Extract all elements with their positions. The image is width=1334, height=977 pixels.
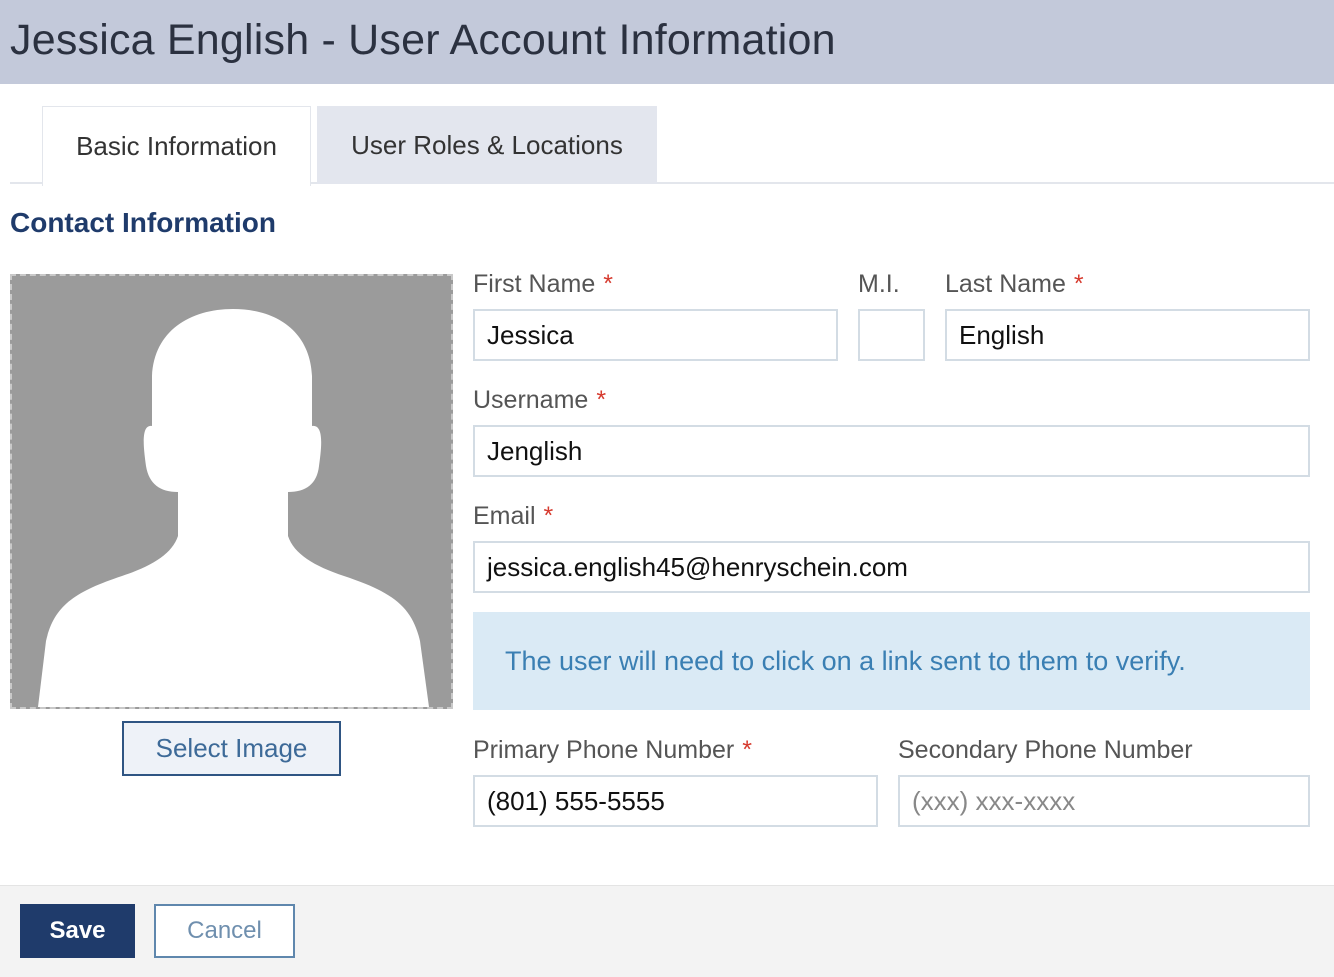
save-button[interactable]: Save <box>20 904 135 958</box>
secondary-phone-field[interactable]: (xxx) xxx-xxxx <box>898 775 1310 827</box>
last-name-field[interactable]: English <box>945 309 1310 361</box>
required-marker: * <box>1073 270 1084 298</box>
page-title: Jessica English - User Account Informati… <box>10 16 836 64</box>
section-title: Contact Information <box>10 207 276 238</box>
username-field[interactable]: Jenglish <box>473 425 1310 477</box>
verify-notice: The user will need to click on a link se… <box>473 612 1310 710</box>
title-bar: Jessica English - User Account Informati… <box>0 0 1334 84</box>
tab-user-roles-locations[interactable]: User Roles & Locations <box>317 106 657 184</box>
middle-initial-label: M.I. <box>858 270 900 298</box>
username-label: Username * <box>473 386 607 414</box>
required-marker: * <box>543 502 554 530</box>
required-marker: * <box>742 736 752 764</box>
tab-bar: Basic Information User Roles & Locations <box>10 106 1334 186</box>
select-image-button[interactable]: Select Image <box>122 721 341 776</box>
email-field[interactable]: jessica.english45@henryschein.com <box>473 541 1310 593</box>
required-marker: * <box>596 386 607 414</box>
secondary-phone-label: Secondary Phone Number <box>898 736 1193 764</box>
middle-initial-field[interactable] <box>858 309 925 361</box>
last-name-label: Last Name * <box>945 270 1084 298</box>
cancel-button[interactable]: Cancel <box>154 904 295 958</box>
tab-basic-information[interactable]: Basic Information <box>42 106 311 186</box>
primary-phone-label: Primary Phone Number * <box>473 736 752 764</box>
email-label: Email * <box>473 502 554 530</box>
first-name-field[interactable]: Jessica <box>473 309 838 361</box>
required-marker: * <box>603 270 613 298</box>
avatar-silhouette-icon <box>38 309 429 707</box>
footer-bar: Save Cancel <box>0 885 1334 977</box>
first-name-label: First Name * <box>473 270 613 298</box>
primary-phone-field[interactable]: (801) 555-5555 <box>473 775 878 827</box>
profile-photo <box>10 274 453 709</box>
